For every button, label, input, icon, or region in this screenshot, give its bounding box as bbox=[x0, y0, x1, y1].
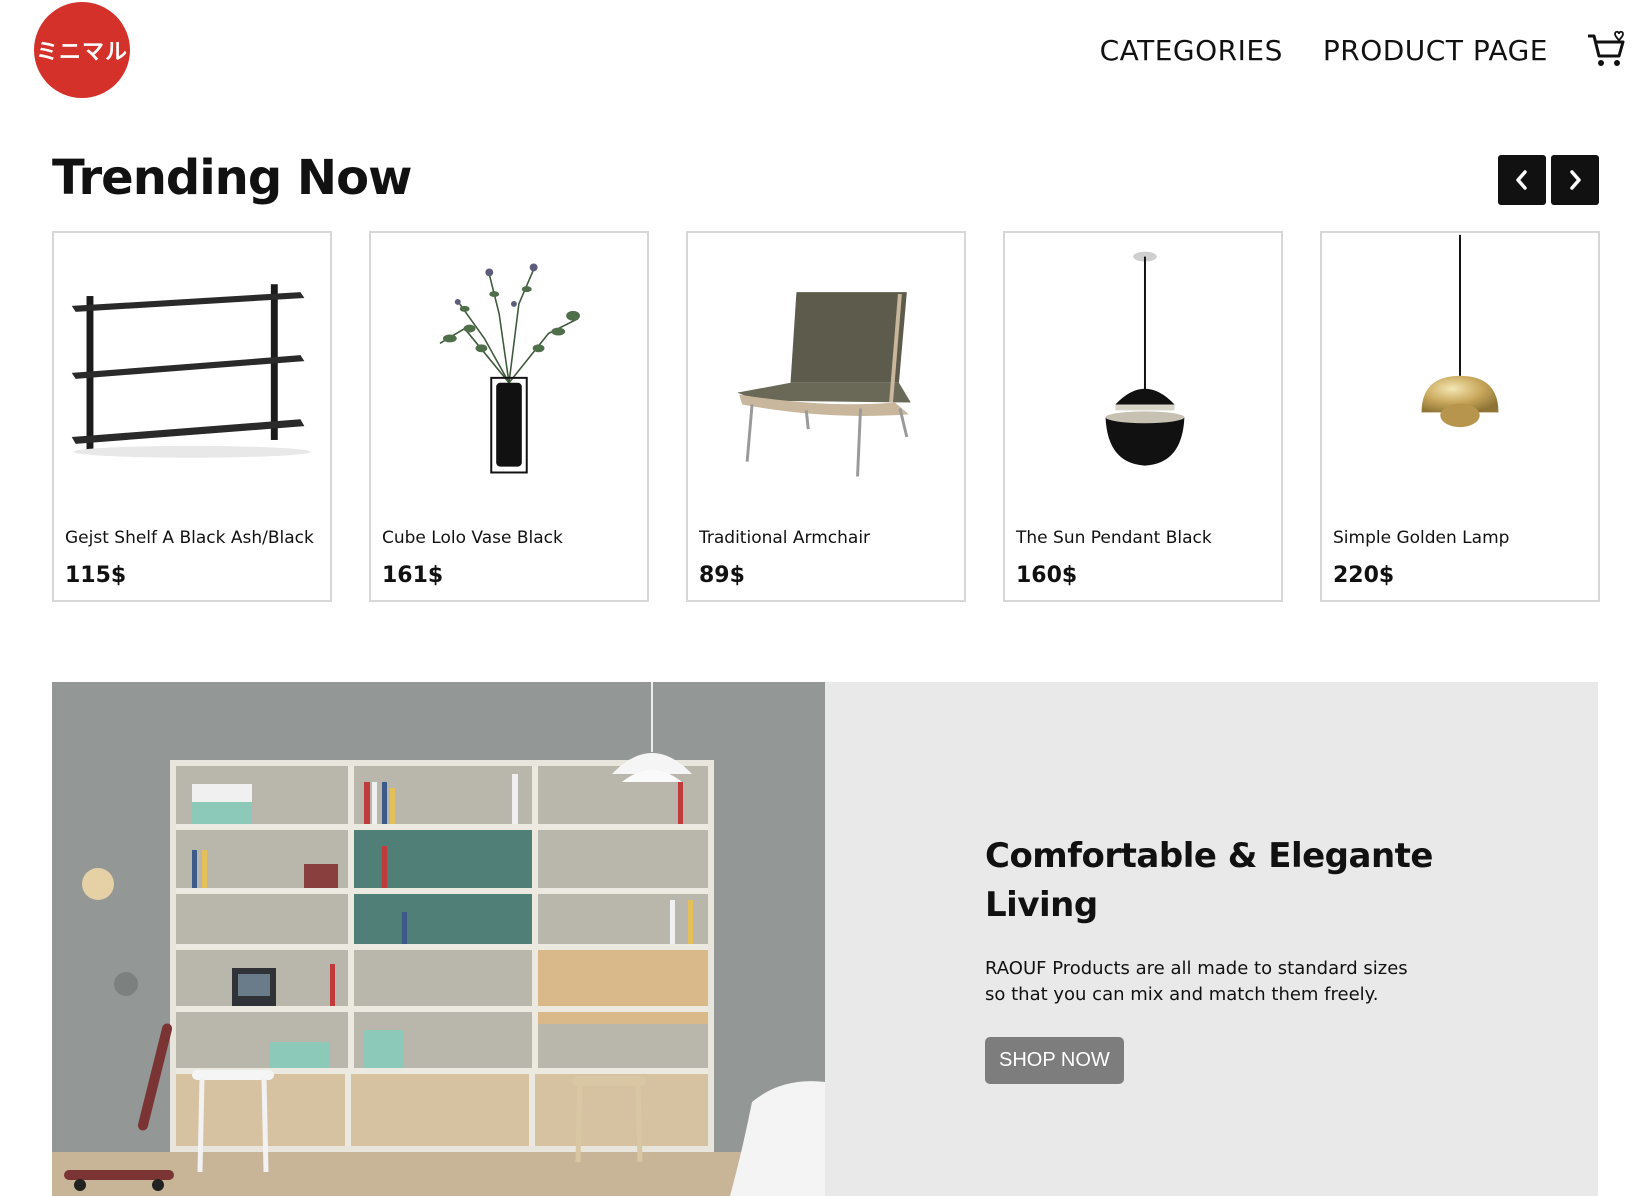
product-card[interactable]: Gejst Shelf A Black Ash/Black 115$ bbox=[52, 231, 332, 602]
product-price: 115$ bbox=[65, 563, 127, 588]
product-card[interactable]: Cube Lolo Vase Black 161$ bbox=[369, 231, 649, 602]
banner-title: Comfortable & Elegante Living bbox=[985, 836, 1433, 925]
product-card[interactable]: The Sun Pendant Black 160$ bbox=[1003, 231, 1283, 602]
section-title: Trending Now bbox=[52, 150, 412, 206]
carousel-controls bbox=[1498, 155, 1599, 205]
cart-icon[interactable] bbox=[1586, 30, 1626, 70]
product-price: 89$ bbox=[699, 563, 745, 588]
product-price: 160$ bbox=[1016, 563, 1078, 588]
product-name: Cube Lolo Vase Black bbox=[382, 528, 563, 548]
main-nav: CATEGORIES PRODUCT PAGE bbox=[1060, 30, 1626, 70]
banner-description: RAOUF Products are all made to standard … bbox=[985, 958, 1408, 1005]
promo-banner: Comfortable & Elegante Living RAOUF Prod… bbox=[52, 682, 1598, 1196]
vase-image bbox=[439, 263, 580, 474]
armchair-image bbox=[737, 292, 911, 477]
carousel-prev-button[interactable] bbox=[1498, 155, 1546, 205]
product-name: Traditional Armchair bbox=[699, 528, 871, 548]
bookshelf-room-image bbox=[52, 682, 825, 1196]
product-carousel: Gejst Shelf A Black Ash/Black 115$ Cube … bbox=[52, 231, 1600, 602]
product-name: The Sun Pendant Black bbox=[1016, 528, 1212, 548]
nav-categories[interactable]: CATEGORIES bbox=[1100, 34, 1283, 67]
product-name: Gejst Shelf A Black Ash/Black bbox=[65, 528, 314, 548]
pendant-lamp-image bbox=[1105, 251, 1185, 466]
banner-content: Comfortable & Elegante Living RAOUF Prod… bbox=[985, 832, 1505, 1084]
product-card[interactable]: Simple Golden Lamp 220$ bbox=[1320, 231, 1600, 602]
shelf-image bbox=[71, 284, 311, 458]
product-name: Simple Golden Lamp bbox=[1333, 528, 1510, 548]
shop-now-button[interactable]: SHOP NOW bbox=[985, 1037, 1124, 1084]
chevron-right-icon bbox=[1570, 170, 1581, 190]
product-price: 220$ bbox=[1333, 563, 1395, 588]
nav-product-page[interactable]: PRODUCT PAGE bbox=[1323, 34, 1548, 67]
brand-logo[interactable]: ミニマル bbox=[34, 2, 130, 98]
golden-lamp-image bbox=[1421, 234, 1499, 428]
product-price: 161$ bbox=[382, 563, 444, 588]
product-card[interactable]: Traditional Armchair 89$ bbox=[686, 231, 966, 602]
carousel-next-button[interactable] bbox=[1551, 155, 1599, 205]
chevron-left-icon bbox=[1516, 170, 1527, 190]
